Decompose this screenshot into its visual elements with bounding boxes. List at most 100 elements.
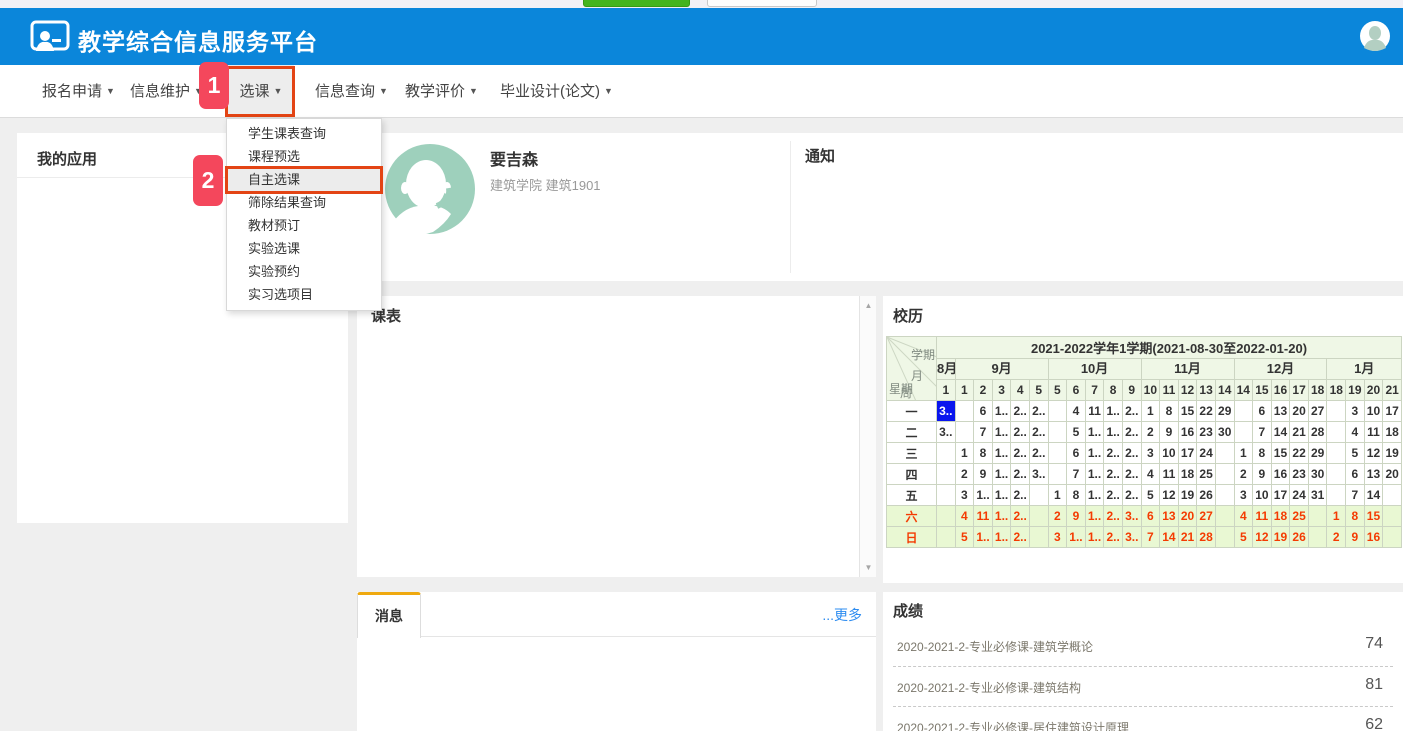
- calendar-week-number: 6: [1067, 380, 1086, 401]
- calendar-week-number: 16: [1271, 380, 1290, 401]
- calendar-day-cell: 29: [1308, 443, 1327, 464]
- calendar-day-cell: 12: [1253, 527, 1272, 548]
- grade-row[interactable]: 2020-2021-2-专业必修课-建筑结构 81: [893, 666, 1393, 706]
- calendar-day-cell: 1: [1234, 443, 1253, 464]
- grade-score: 74: [1365, 635, 1383, 653]
- calendar-weekday-label: 三: [887, 443, 937, 464]
- calendar-day-cell: 8: [1067, 485, 1086, 506]
- calendar-day-cell: 12: [1364, 443, 1383, 464]
- calendar-week-number: 5: [1048, 380, 1067, 401]
- calendar-weekday-label: 四: [887, 464, 937, 485]
- calendar-day-cell: 2: [1234, 464, 1253, 485]
- calendar-day-cell: [1048, 464, 1067, 485]
- calendar-day-cell: 5: [1234, 527, 1253, 548]
- calendar-day-cell: 11: [1160, 464, 1179, 485]
- calendar-day-cell: 2..: [1029, 422, 1048, 443]
- calendar-day-cell: 9: [1067, 506, 1086, 527]
- grade-row[interactable]: 2020-2021-2-专业必修课-建筑学概论74: [893, 626, 1393, 666]
- calendar-day-cell: 14: [1364, 485, 1383, 506]
- calendar-day-cell: 3: [955, 485, 974, 506]
- calendar-day-cell: 18: [1383, 422, 1402, 443]
- calendar-day-cell: 2: [955, 464, 974, 485]
- calendar-week-number: 8: [1104, 380, 1123, 401]
- calendar-day-cell: 28: [1308, 422, 1327, 443]
- timetable-panel: 课表 ▲ ▼: [357, 296, 876, 577]
- scroll-up-icon[interactable]: ▲: [860, 301, 877, 310]
- calendar-day-cell: [1234, 401, 1253, 422]
- platform-logo-icon: [30, 20, 70, 59]
- calendar-day-cell: 23: [1290, 464, 1309, 485]
- scrollbar[interactable]: ▲ ▼: [859, 296, 876, 577]
- user-avatar-icon[interactable]: [1360, 21, 1390, 51]
- dropdown-item[interactable]: 实习选项目: [227, 283, 381, 306]
- nav-item[interactable]: 毕业设计(论文)▼: [500, 65, 613, 117]
- dialog-cancel-button-fragment[interactable]: [707, 0, 817, 7]
- calendar-day-cell: 11: [1364, 422, 1383, 443]
- calendar-day-cell: 1..: [1085, 464, 1104, 485]
- calendar-day-cell: 2..: [1104, 485, 1123, 506]
- calendar-day-cell: 7: [1067, 464, 1086, 485]
- calendar-day-cell: 1..: [992, 485, 1011, 506]
- more-link[interactable]: ...更多: [822, 605, 862, 625]
- nav-item[interactable]: 教学评价▼: [405, 65, 478, 117]
- calendar-day-cell: [1215, 485, 1234, 506]
- calendar-week-number: 10: [1141, 380, 1160, 401]
- scroll-down-icon[interactable]: ▼: [860, 563, 877, 572]
- calendar-day-cell: 2: [1048, 506, 1067, 527]
- calendar-day-cell: 1..: [974, 527, 993, 548]
- dropdown-item[interactable]: 学生课表查询: [227, 122, 381, 145]
- calendar-week-number: 1: [937, 380, 956, 401]
- calendar-day-cell: 11: [1253, 506, 1272, 527]
- calendar-day-cell: 31: [1308, 485, 1327, 506]
- nav-item[interactable]: 信息维护▼: [130, 65, 203, 117]
- calendar-day-cell: 8: [1253, 443, 1272, 464]
- calendar-day-cell: [1215, 527, 1234, 548]
- calendar-weekday-label: 日: [887, 527, 937, 548]
- calendar-day-cell: 1: [1327, 506, 1346, 527]
- dropdown-item[interactable]: 课程预选: [227, 145, 381, 168]
- calendar-day-cell: [955, 401, 974, 422]
- calendar-week-number: 1: [955, 380, 974, 401]
- calendar-day-cell: 1..: [1085, 422, 1104, 443]
- calendar-day-cell: 18: [1178, 464, 1197, 485]
- calendar-day-cell: 2..: [1104, 443, 1123, 464]
- calendar-day-cell: 1..: [1085, 485, 1104, 506]
- calendar-day-cell: 5: [1346, 443, 1365, 464]
- calendar-day-cell: 6: [974, 401, 993, 422]
- calendar-week-number: 21: [1383, 380, 1402, 401]
- calendar-week-number: 9: [1122, 380, 1141, 401]
- dialog-confirm-button-fragment[interactable]: [583, 0, 690, 7]
- calendar-day-cell: 1..: [992, 464, 1011, 485]
- nav-item[interactable]: 报名申请▼: [42, 65, 115, 117]
- messages-panel: 消息 ...更多: [357, 592, 876, 731]
- calendar-day-cell: 24: [1197, 443, 1216, 464]
- calendar-day-cell: [1327, 401, 1346, 422]
- grade-score: 81: [1365, 676, 1383, 694]
- calendar-day-cell: 3..: [1029, 464, 1048, 485]
- calendar-day-cell: 9: [974, 464, 993, 485]
- calendar-day-cell: 11: [1085, 401, 1104, 422]
- tab-messages[interactable]: 消息: [357, 592, 421, 638]
- grades-panel: 成绩 2020-2021-2-专业必修课-建筑学概论742020-2021-2-…: [883, 592, 1403, 731]
- calendar-semester-label: 2021-2022学年1学期(2021-08-30至2022-01-20): [937, 337, 1402, 359]
- dropdown-item[interactable]: 实验预约: [227, 260, 381, 283]
- calendar-month-header: 10月: [1048, 359, 1141, 380]
- calendar-day-cell: [937, 506, 956, 527]
- calendar-week-number: 19: [1346, 380, 1365, 401]
- calendar-day-cell: [1029, 527, 1048, 548]
- nav-item[interactable]: 信息查询▼: [315, 65, 388, 117]
- calendar-day-cell: [1048, 422, 1067, 443]
- calendar-weekday-label: 二: [887, 422, 937, 443]
- calendar-weekday-label: 一: [887, 401, 937, 422]
- grade-course: 2020-2021-2-专业必修课-建筑结构: [897, 679, 1081, 696]
- dropdown-item[interactable]: 实验选课: [227, 237, 381, 260]
- calendar-day-cell: [1048, 401, 1067, 422]
- calendar-day-cell: 1: [1141, 401, 1160, 422]
- dropdown-item[interactable]: 教材预订: [227, 214, 381, 237]
- calendar-day-cell: 14: [1271, 422, 1290, 443]
- calendar-day-cell: 16: [1364, 527, 1383, 548]
- dropdown-item[interactable]: 筛除结果查询: [227, 191, 381, 214]
- calendar-weekday-label: 五: [887, 485, 937, 506]
- calendar-day-cell: 3..: [937, 422, 956, 443]
- grade-row[interactable]: 2020-2021-2-专业必修课-居住建筑设计原理62: [893, 706, 1393, 731]
